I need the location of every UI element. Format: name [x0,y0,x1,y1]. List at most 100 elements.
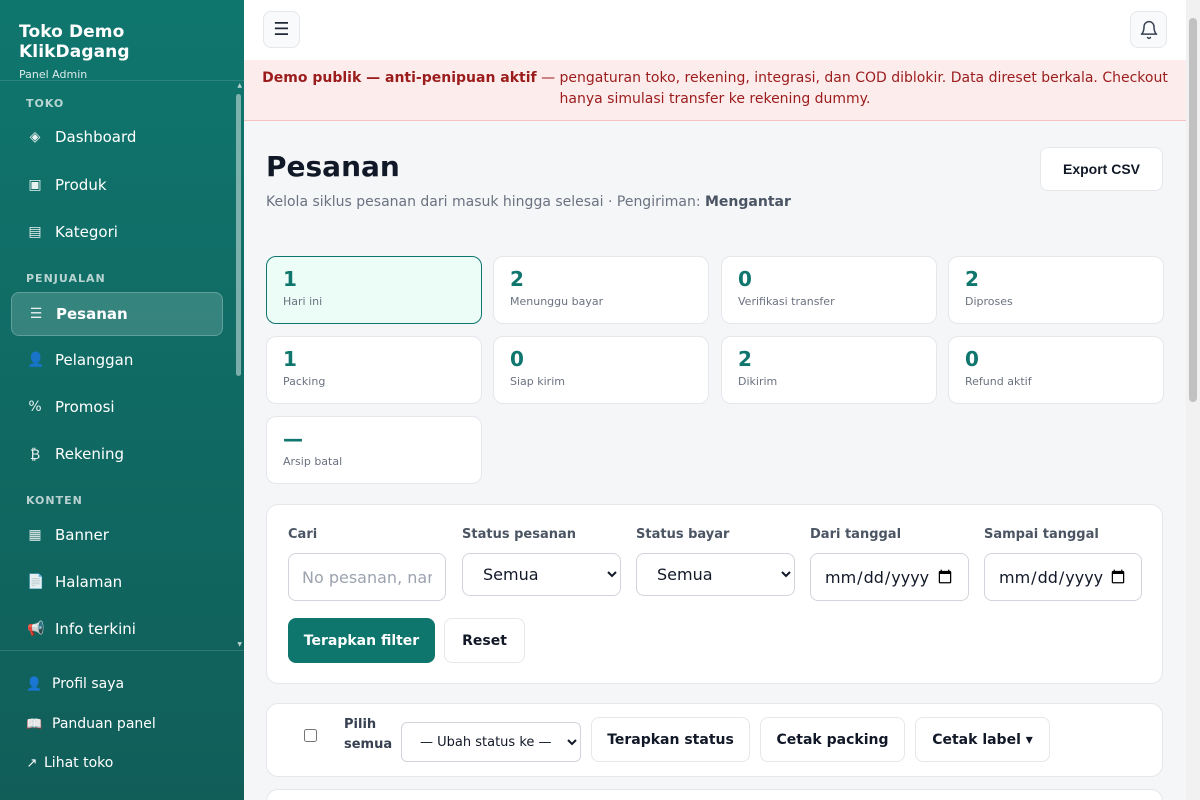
bulk-status-select[interactable]: — Ubah status ke — [401,722,581,762]
page-scrollbar[interactable] [1189,18,1197,402]
stat-label: Arsip batal [283,455,343,468]
stat-label: Diproses [965,295,1013,308]
store-name: Toko Demo KlikDagang [19,22,130,62]
search-input[interactable] [288,553,446,601]
guide-icon: 📖 [26,716,43,732]
stat-card-refund-aktif[interactable]: 0 Refund aktif [948,336,1164,404]
stat-card-diproses[interactable]: 2 Diproses [948,256,1164,324]
subtitle-text: Kelola siklus pesanan dari masuk hingga … [266,194,705,210]
stat-value: 2 [965,267,979,291]
stat-label: Refund aktif [965,375,1032,388]
stat-card-arsip-batal[interactable]: — Arsip batal [266,416,482,484]
date-from-input[interactable] [810,553,969,601]
sidebar-item-label: Banner [55,526,109,544]
sidebar-item-banner[interactable]: ▦ Banner [11,513,223,557]
sidebar-item-promosi[interactable]: % Promosi [11,385,223,429]
notifications-button[interactable] [1130,11,1167,48]
print-packing-button[interactable]: Cetak packing [760,717,905,762]
banner-icon: ▦ [28,527,42,543]
sidebar-item-pelanggan[interactable]: 👤 Pelanggan [11,338,223,382]
bulk-actions-bar: Pilih semua — Ubah status ke — Terapkan … [266,703,1163,777]
stat-label: Siap kirim [510,375,565,388]
stat-label: Dikirim [738,375,778,388]
menu-toggle-button[interactable]: ☰ [263,11,300,48]
profile-icon: 👤 [26,676,43,692]
order-status-label: Status pesanan [462,527,576,542]
sidebar-item-info-terkini[interactable]: 📢 Info terkini [11,607,223,650]
hamburger-icon: ☰ [273,19,290,40]
sidebar-scroll-up-icon[interactable]: ▲ [237,82,242,89]
sidebar-item-label: Info terkini [55,620,136,638]
sidebar-item-label: Rekening [55,445,125,463]
sidebar-item-pesanan[interactable]: ☰ Pesanan [11,292,223,336]
stat-card-packing[interactable]: 1 Packing [266,336,482,404]
filter-panel: Cari Status pesanan Semua Status bayar S… [266,504,1163,684]
stat-value: 0 [510,347,524,371]
sidebar-scrollbar[interactable] [236,94,241,376]
orders-table-card [266,789,1163,800]
sidebar-item-dashboard[interactable]: ◈ Dashboard [11,115,223,159]
stat-card-siap-kirim[interactable]: 0 Siap kirim [493,336,709,404]
category-icon: ▤ [28,224,42,240]
select-all-checkbox[interactable] [304,729,317,742]
demo-alert-banner: Demo publik — anti-penipuan aktif — peng… [244,60,1186,121]
stat-value: 1 [283,267,297,291]
date-from-label: Dari tanggal [810,527,902,542]
bell-icon [1140,20,1157,39]
stat-card-hari-ini[interactable]: 1 Hari ini [266,256,482,324]
print-label-dropdown-button[interactable]: Cetak label ▾ [915,717,1050,762]
pay-status-label: Status bayar [636,527,730,542]
nav-section-toko: TOKO [26,97,65,110]
nav-section-konten: KONTEN [26,494,83,507]
stat-card-verifikasi-transfer[interactable]: 0 Verifikasi transfer [721,256,937,324]
footer-item-label: Panduan panel [52,716,156,732]
sidebar-item-rekening[interactable]: ₿ Rekening [11,432,223,476]
sidebar-item-produk[interactable]: ▣ Produk [11,163,223,207]
dashboard-icon: ◈ [29,129,41,145]
footer-item-panduan[interactable]: 📖 Panduan panel [26,716,156,732]
export-csv-button[interactable]: Export CSV [1040,147,1163,191]
sidebar-item-label: Kategori [55,223,118,241]
page-title: Pesanan [266,150,400,183]
sidebar-item-label: Halaman [55,573,123,591]
date-to-input[interactable] [984,553,1142,601]
search-label: Cari [288,527,318,542]
sidebar-item-label: Pesanan [56,305,128,323]
customer-icon: 👤 [27,352,45,368]
page-icon: 📄 [27,574,45,590]
stat-label: Menunggu bayar [510,295,604,308]
stat-label: Packing [283,375,326,388]
order-status-select[interactable]: Semua [462,553,621,596]
stat-label: Verifikasi transfer [738,295,835,308]
stat-card-menunggu-bayar[interactable]: 2 Menunggu bayar [493,256,709,324]
select-all-label: Pilih semua [344,717,393,752]
sidebar-nav: TOKO ◈ Dashboard ▣ Produk ▤ Kategori PEN… [0,81,244,650]
footer-item-profil[interactable]: 👤 Profil saya [26,676,124,692]
sidebar-scroll-down-icon[interactable]: ▼ [237,641,242,648]
alert-text: — pengaturan toko, rekening, integrasi, … [536,70,1168,107]
product-icon: ▣ [28,177,42,193]
sidebar-item-label: Pelanggan [55,351,134,369]
sidebar-item-kategori[interactable]: ▤ Kategori [11,210,223,254]
page-scrollbar-track [1186,0,1200,800]
sidebar-item-label: Produk [55,176,107,194]
orders-icon: ☰ [29,306,43,322]
sidebar-footer: 👤 Profil saya 📖 Panduan panel ↗ Lihat to… [0,650,244,800]
stat-value: 0 [738,267,752,291]
sidebar-item-halaman[interactable]: 📄 Halaman [11,560,223,604]
apply-filter-button[interactable]: Terapkan filter [288,618,435,663]
sidebar: Toko Demo KlikDagang Panel Admin TOKO ◈ … [0,0,244,800]
date-to-label: Sampai tanggal [984,527,1099,542]
apply-status-button[interactable]: Terapkan status [591,717,750,762]
alert-title: Demo publik — anti-penipuan aktif [262,70,537,86]
main-content: ☰ Demo publik — anti-penipuan aktif — pe… [244,0,1186,800]
stat-card-dikirim[interactable]: 2 Dikirim [721,336,937,404]
reset-filter-button[interactable]: Reset [444,618,525,663]
external-link-icon: ↗ [26,755,38,771]
panel-subtitle: Panel Admin [19,68,88,81]
stat-value: 2 [510,267,524,291]
topbar: ☰ [244,0,1186,60]
megaphone-icon: 📢 [27,621,45,637]
pay-status-select[interactable]: Semua [636,553,795,596]
footer-item-lihat-toko[interactable]: ↗ Lihat toko [26,755,114,771]
